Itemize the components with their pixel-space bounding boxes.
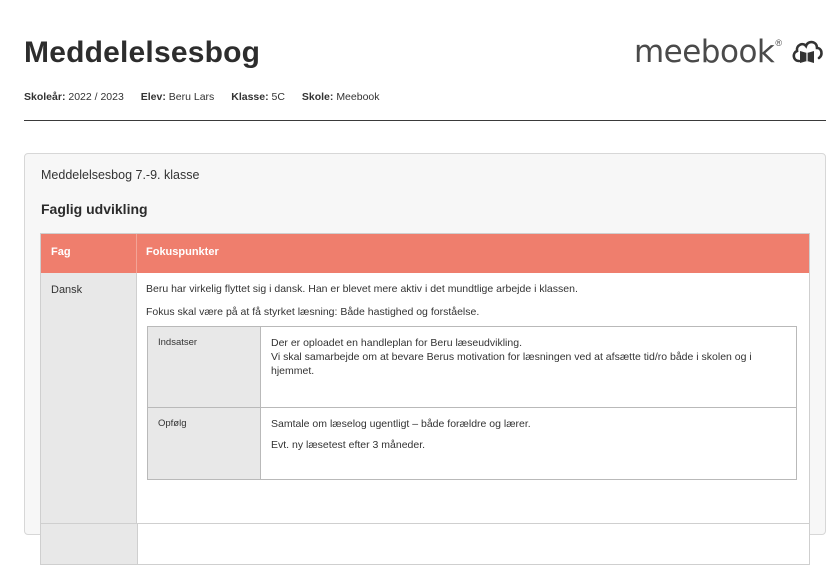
inner-table: Indsatser Der er oploadet en handleplan … <box>147 326 797 480</box>
inner-line: Vi skal samarbejde om at bevare Berus mo… <box>271 351 752 377</box>
document-header: Meddelelsesbog meebook ® Skoleår: 2022 /… <box>24 0 824 121</box>
card-title: Meddelelsesbog 7.-9. klasse <box>41 168 200 182</box>
focus-paragraph: Fokus skal være på at få styrket læsning… <box>146 306 480 318</box>
logo-registered-mark: ® <box>775 38 782 48</box>
inner-content: Der er oploadet en handleplan for Beru l… <box>261 327 796 407</box>
subject-cell <box>41 524 138 564</box>
inner-line: Samtale om læselog ugentligt – både foræ… <box>271 418 531 430</box>
subject-cell: Dansk <box>41 273 137 523</box>
page-title: Meddelelsesbog <box>24 36 261 69</box>
meebook-book-cloud-icon <box>792 40 823 63</box>
meta-school: Skole: Meebook <box>301 91 380 103</box>
table-row: Dansk Beru har virkelig flyttet sig i da… <box>41 273 809 523</box>
inner-row-followup: Opfølg Samtale om læselog ugentligt – bå… <box>148 408 796 479</box>
focus-paragraph: Beru har virkelig flyttet sig i dansk. H… <box>146 283 578 295</box>
focus-cell: Beru har virkelig flyttet sig i dansk. H… <box>137 273 809 523</box>
inner-label: Indsatser <box>148 327 261 407</box>
inner-line: Der er oploadet en handleplan for Beru l… <box>271 337 522 349</box>
subject-table: Fag Fokuspunkter Dansk Beru har virkelig… <box>40 233 810 565</box>
inner-label: Opfølg <box>148 408 261 479</box>
meta-school-year: Skoleår: 2022 / 2023 <box>24 91 124 103</box>
table-row <box>41 523 809 564</box>
student-meta: Skoleår: 2022 / 2023 Elev: Beru Lars Kla… <box>24 91 394 103</box>
header-divider <box>24 120 826 121</box>
header-focus-points: Fokuspunkter <box>146 246 219 258</box>
logo-text: meebook <box>633 34 775 70</box>
inner-row-efforts: Indsatser Der er oploadet en handleplan … <box>148 327 796 408</box>
meta-class: Klasse: 5C <box>231 91 285 103</box>
inner-content: Samtale om læselog ugentligt – både foræ… <box>261 408 796 479</box>
meebook-logo: meebook ® <box>634 34 824 70</box>
inner-line: Evt. ny læsetest efter 3 måneder. <box>271 439 426 451</box>
header-subject: Fag <box>41 234 137 273</box>
table-header: Fag Fokuspunkter <box>41 234 809 273</box>
notebook-card: Meddelelsesbog 7.-9. klasse Faglig udvik… <box>24 153 826 565</box>
section-title: Faglig udvikling <box>41 201 148 217</box>
meta-student: Elev: Beru Lars <box>140 91 215 103</box>
